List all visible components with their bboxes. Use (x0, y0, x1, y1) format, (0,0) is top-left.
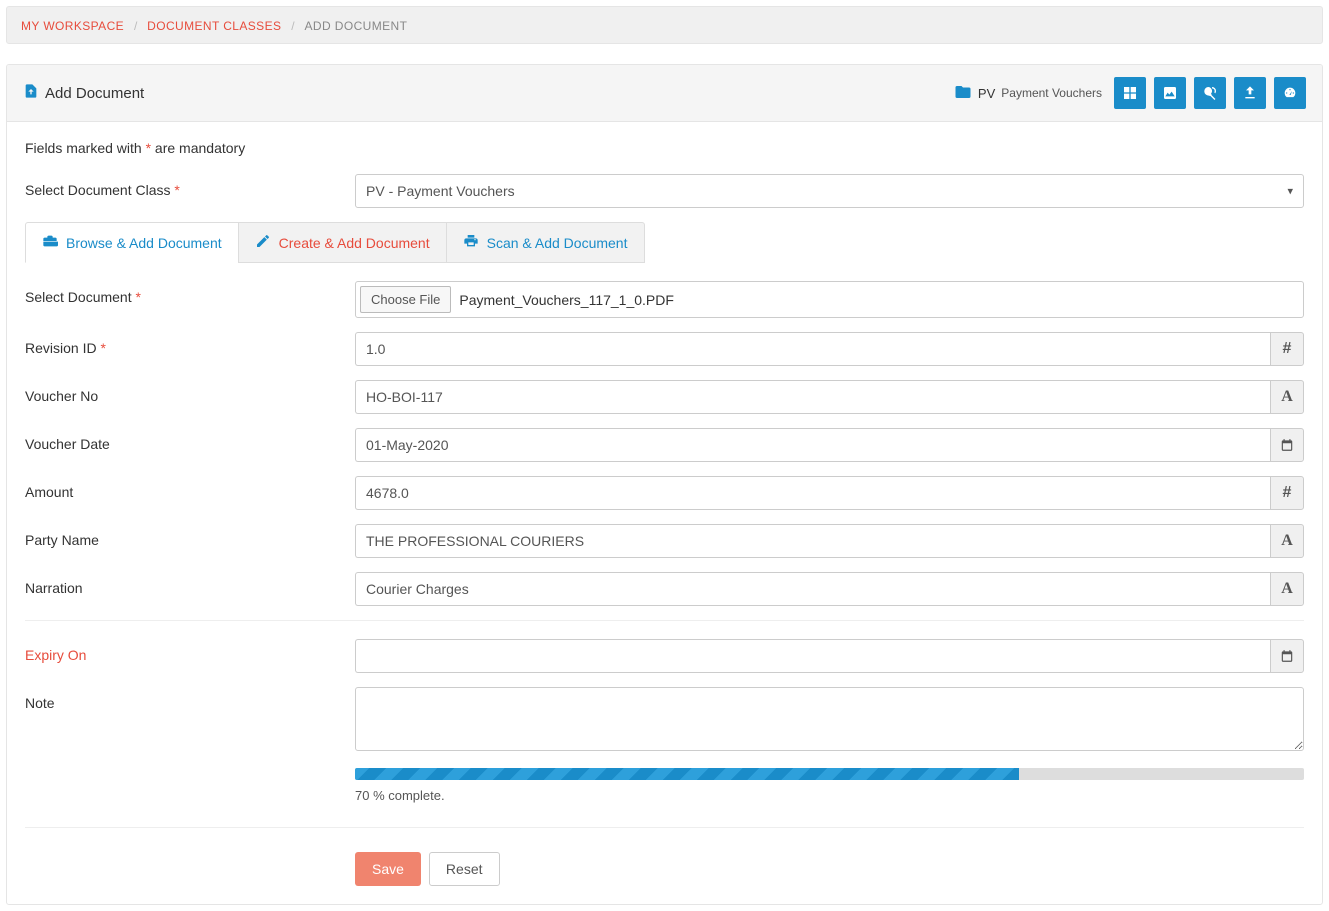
label-document-class: Select Document Class * (25, 174, 355, 198)
breadcrumb-sep: / (291, 19, 294, 33)
progress-bar (355, 768, 1304, 780)
input-narration[interactable] (355, 572, 1270, 606)
select-document-class[interactable]: PV - Payment Vouchers (355, 174, 1304, 208)
upload-file-icon (23, 83, 39, 103)
folder-open-icon (954, 83, 972, 104)
input-voucher-date[interactable] (355, 428, 1270, 462)
briefcase-icon (42, 233, 58, 252)
tab-create-add[interactable]: Create & Add Document (238, 222, 447, 263)
progress-section: 70 % complete. (355, 768, 1304, 803)
calendar-icon[interactable] (1270, 428, 1304, 462)
label-note: Note (25, 687, 355, 711)
choose-file-button[interactable]: Choose File (360, 286, 451, 313)
row-voucher-no: Voucher No A (25, 380, 1304, 414)
text-icon: A (1270, 524, 1304, 558)
reset-button[interactable]: Reset (429, 852, 500, 886)
tab-scan-add[interactable]: Scan & Add Document (446, 222, 645, 263)
edit-icon (255, 233, 271, 252)
input-revision-id[interactable] (355, 332, 1270, 366)
tab-browse-add[interactable]: Browse & Add Document (25, 222, 239, 263)
row-note: Note (25, 687, 1304, 754)
text-icon: A (1270, 380, 1304, 414)
add-mode-tabs: Browse & Add Document Create & Add Docum… (25, 222, 1304, 263)
row-voucher-date: Voucher Date (25, 428, 1304, 462)
label-party-name: Party Name (25, 524, 355, 548)
input-party-name[interactable] (355, 524, 1270, 558)
file-input-wrapper: Choose File Payment_Vouchers_117_1_0.PDF (355, 281, 1304, 318)
label-voucher-no: Voucher No (25, 380, 355, 404)
mandatory-pre: Fields marked with (25, 140, 146, 156)
panel-header: Add Document PV Payment Vouchers (7, 65, 1322, 122)
folder-label[interactable]: PV Payment Vouchers (954, 83, 1102, 104)
calendar-icon[interactable] (1270, 639, 1304, 673)
input-voucher-no[interactable] (355, 380, 1270, 414)
add-document-panel: Add Document PV Payment Vouchers (6, 64, 1323, 905)
hash-icon: # (1270, 332, 1304, 366)
panel-body: Fields marked with * are mandatory Selec… (7, 122, 1322, 904)
section-divider (25, 827, 1304, 828)
row-revision-id: Revision ID * # (25, 332, 1304, 366)
tab-create-label: Create & Add Document (279, 235, 430, 251)
row-select-document: Select Document * Choose File Payment_Vo… (25, 281, 1304, 318)
row-amount: Amount # (25, 476, 1304, 510)
label-amount: Amount (25, 476, 355, 500)
panel-actions: PV Payment Vouchers (954, 77, 1306, 109)
label-revision-id: Revision ID * (25, 332, 355, 356)
text-icon: A (1270, 572, 1304, 606)
form-buttons: Save Reset (355, 852, 1304, 886)
folder-name: Payment Vouchers (1001, 86, 1102, 100)
label-narration: Narration (25, 572, 355, 596)
row-narration: Narration A (25, 572, 1304, 606)
page-title-text: Add Document (45, 85, 144, 102)
input-expiry-on[interactable] (355, 639, 1270, 673)
progress-text: 70 % complete. (355, 788, 1304, 803)
print-icon (463, 233, 479, 252)
section-divider (25, 620, 1304, 621)
label-voucher-date: Voucher Date (25, 428, 355, 452)
search-button[interactable] (1194, 77, 1226, 109)
tab-scan-label: Scan & Add Document (487, 235, 628, 251)
image-view-button[interactable] (1154, 77, 1186, 109)
chosen-file-name: Payment_Vouchers_117_1_0.PDF (459, 292, 674, 308)
breadcrumb-add-document: ADD DOCUMENT (305, 19, 408, 33)
row-expiry-on: Expiry On (25, 639, 1304, 673)
page-title: Add Document (23, 83, 144, 103)
row-document-class: Select Document Class * PV - Payment Vou… (25, 174, 1304, 208)
breadcrumb-sep: / (134, 19, 137, 33)
folder-code: PV (978, 86, 995, 101)
breadcrumb-document-classes[interactable]: DOCUMENT CLASSES (147, 19, 281, 33)
breadcrumb-my-workspace[interactable]: MY WORKSPACE (21, 19, 124, 33)
label-expiry-on: Expiry On (25, 639, 355, 663)
tab-browse-label: Browse & Add Document (66, 235, 222, 251)
save-button[interactable]: Save (355, 852, 421, 886)
input-amount[interactable] (355, 476, 1270, 510)
mandatory-note: Fields marked with * are mandatory (25, 140, 1304, 156)
upload-button[interactable] (1234, 77, 1266, 109)
grid-view-button[interactable] (1114, 77, 1146, 109)
dashboard-button[interactable] (1274, 77, 1306, 109)
label-select-document: Select Document * (25, 281, 355, 305)
breadcrumb: MY WORKSPACE / DOCUMENT CLASSES / ADD DO… (6, 6, 1323, 44)
row-party-name: Party Name A (25, 524, 1304, 558)
hash-icon: # (1270, 476, 1304, 510)
mandatory-post: are mandatory (151, 140, 245, 156)
progress-fill (355, 768, 1019, 780)
input-note[interactable] (355, 687, 1304, 751)
